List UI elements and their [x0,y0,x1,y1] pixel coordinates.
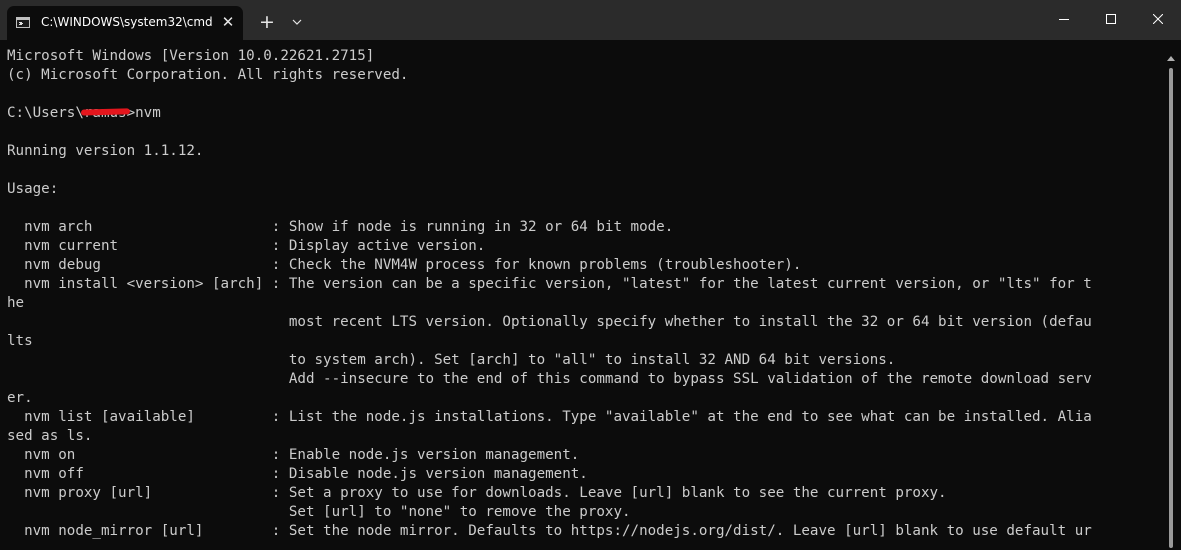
terminal-line: to system arch). Set [arch] to "all" to … [7,352,896,368]
minimize-icon [1059,19,1069,20]
terminal-line: er. [7,390,33,406]
terminal-line: nvm on : Enable node.js version manageme… [7,447,580,463]
command-prompt-line: C:\Users\ramus>nvm [7,104,1157,123]
terminal-line: nvm off : Disable node.js version manage… [7,466,588,482]
terminal-line: Running version 1.1.12. [7,143,204,159]
command-prompt-icon [16,17,30,28]
terminal-line: nvm current : Display active version. [7,238,486,254]
terminal-line: sed as ls. [7,428,93,444]
terminal-line: Set [url] to "none" to remove the proxy. [7,504,631,520]
title-bar[interactable]: C:\WINDOWS\system32\cmd ✕ + [0,0,1181,40]
terminal-line: Microsoft Windows [Version 10.0.22621.27… [7,48,375,64]
minimize-button[interactable] [1041,0,1087,38]
terminal-line: nvm debug : Check the NVM4W process for … [7,257,802,273]
terminal-line: nvm node_mirror [url] : Set the node mir… [7,523,1092,539]
close-icon [1153,14,1163,24]
scroll-up-arrow-icon[interactable] [1167,56,1175,61]
terminal-line: nvm install <version> [arch] : The versi… [7,276,1092,292]
tab-title: C:\WINDOWS\system32\cmd [41,15,213,29]
terminal-line: Add --insecure to the end of this comman… [7,371,1092,387]
maximize-button[interactable] [1088,0,1134,38]
close-button[interactable] [1135,0,1181,38]
redacted-username: ramus [83,105,127,121]
tab-cmd[interactable]: C:\WINDOWS\system32\cmd ✕ [7,6,243,40]
terminal-output[interactable]: Microsoft Windows [Version 10.0.22621.27… [7,47,1157,550]
prompt-path: C:\Users\ [7,105,84,121]
terminal-window: C:\WINDOWS\system32\cmd ✕ + Microsoft Wi… [0,0,1181,550]
terminal-line: lts [7,333,33,349]
prompt-command: >nvm [126,105,161,121]
new-tab-button[interactable]: + [256,10,278,34]
terminal-line: nvm list [available] : List the node.js … [7,409,1092,425]
terminal-line: Usage: [7,181,59,197]
terminal-line: he [7,295,25,311]
terminal-line: most recent LTS version. Optionally spec… [7,314,1092,330]
maximize-icon [1106,14,1116,24]
scrollbar-thumb[interactable] [1169,68,1173,548]
tab-close-button[interactable]: ✕ [217,11,239,33]
terminal-line: nvm proxy [url] : Set a proxy to use for… [7,485,947,501]
terminal-line: nvm arch : Show if node is running in 32… [7,219,674,235]
vertical-scrollbar[interactable] [1166,48,1176,550]
chevron-down-icon[interactable] [287,12,307,32]
terminal-line: (c) Microsoft Corporation. All rights re… [7,67,409,83]
